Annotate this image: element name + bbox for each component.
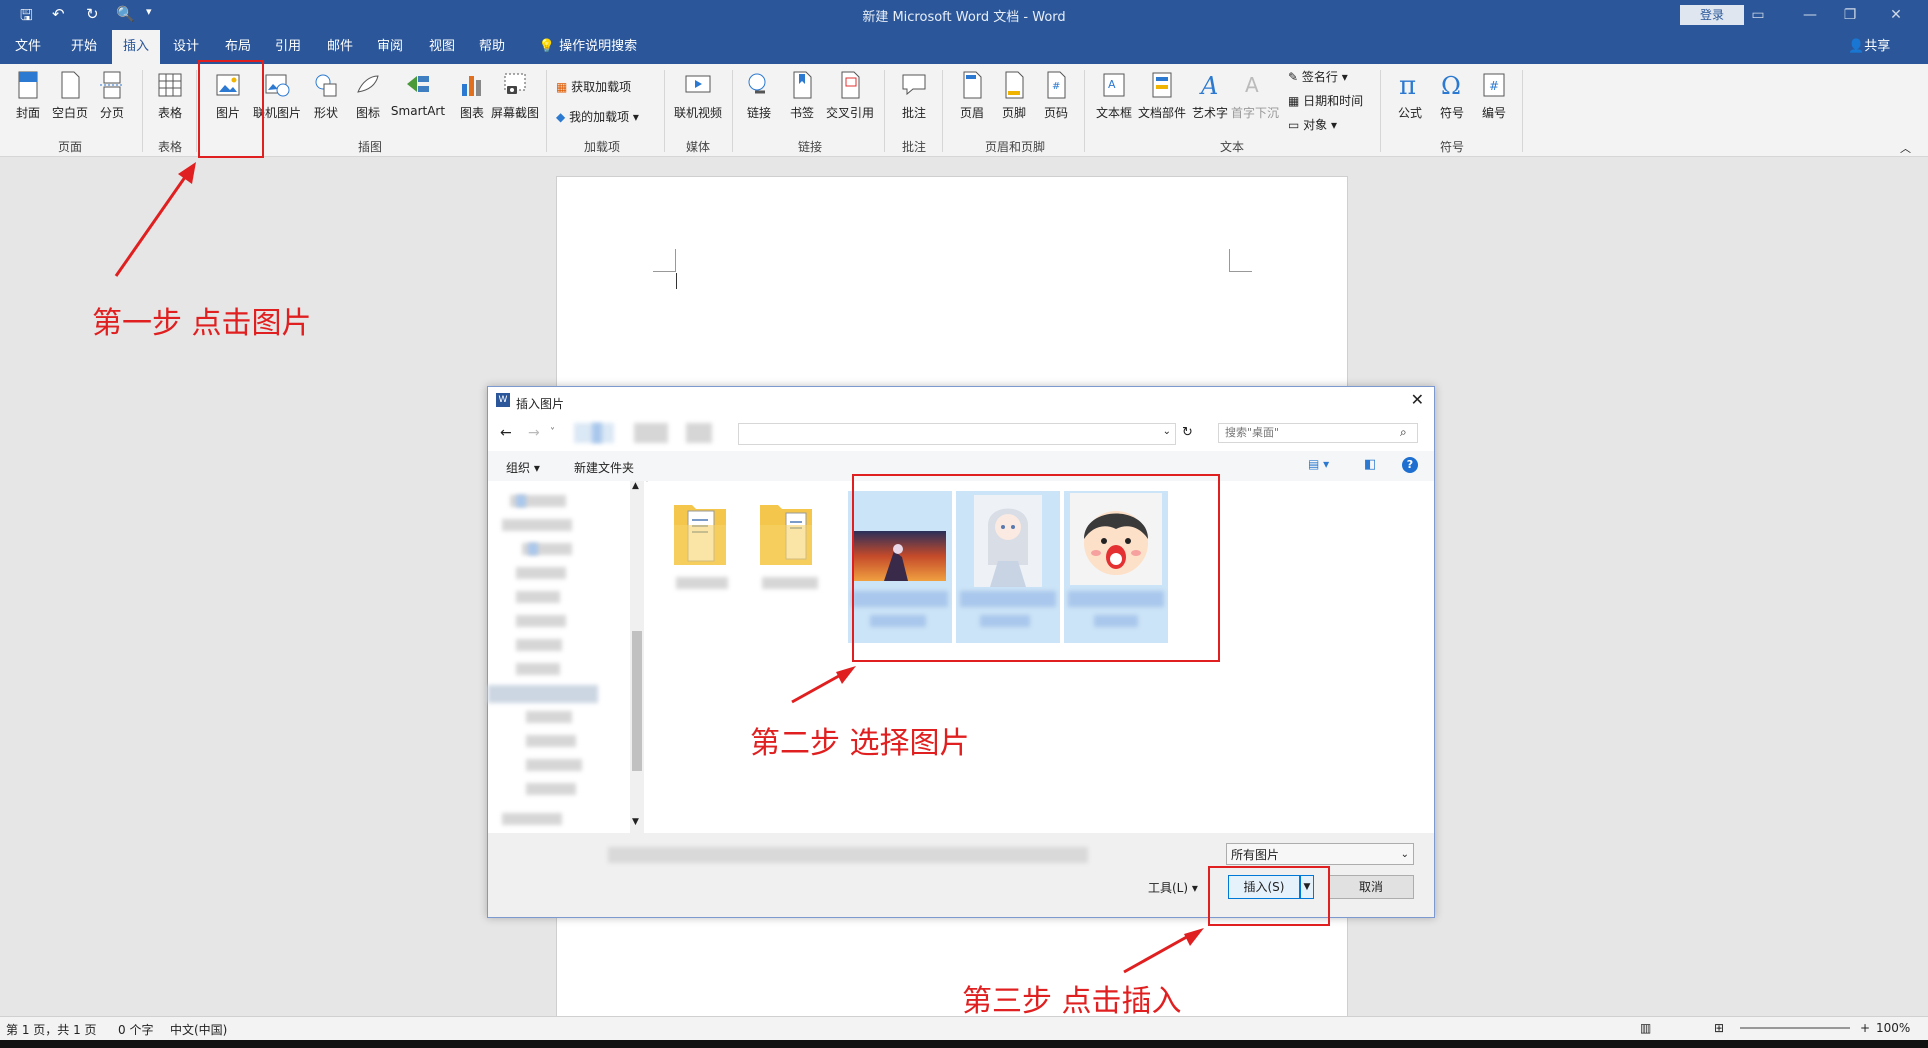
page-count[interactable]: 第 1 页，共 1 页 <box>6 1021 97 1038</box>
arrow-step1 <box>114 162 196 277</box>
status-bar: 第 1 页，共 1 页 0 个字 中文(中国) ▥ ⊞ + 100% <box>0 1016 1928 1041</box>
step3-note: 第三步 点击插入 <box>962 984 1182 1019</box>
step2-note: 第二步 选择图片 <box>750 726 970 761</box>
web-layout-icon[interactable]: ⊞ <box>1714 1021 1724 1035</box>
zoom-in-icon[interactable]: + <box>1860 1021 1870 1035</box>
read-mode-icon[interactable]: ▥ <box>1640 1021 1651 1035</box>
word-count[interactable]: 0 个字 <box>118 1021 153 1038</box>
annotation-arrows <box>114 162 1204 974</box>
step1-note: 第一步 点击图片 <box>92 306 312 341</box>
arrow-step2 <box>791 666 856 704</box>
language-indicator[interactable]: 中文(中国) <box>170 1021 227 1038</box>
arrow-step3 <box>1123 928 1204 974</box>
zoom-level[interactable]: 100% <box>1876 1021 1910 1035</box>
taskbar-edge <box>0 1040 1928 1048</box>
zoom-slider[interactable] <box>1740 1027 1850 1029</box>
